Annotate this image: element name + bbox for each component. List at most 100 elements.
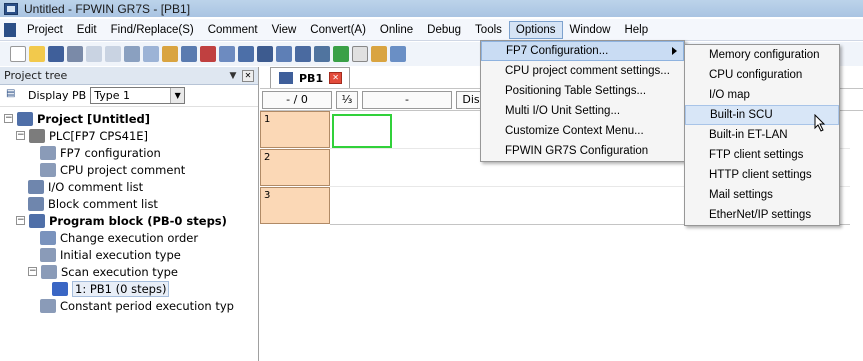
title-bar: Untitled - FPWIN GR7S - [PB1] (0, 0, 863, 17)
list-icon (28, 196, 44, 211)
menu-item-label: EtherNet/IP settings (709, 209, 812, 221)
menu-item-mail-settings[interactable]: Mail settings (685, 185, 839, 205)
project-tree-pane: Project tree ▼ ✕ ▤ Display PB Type 1 ▼ −… (0, 67, 259, 361)
tree-item-cpu-project-comment[interactable]: CPU project comment (0, 161, 258, 178)
fp7-configuration-submenu: Memory configuration CPU configuration I… (684, 44, 840, 226)
menu-debug[interactable]: Debug (420, 21, 468, 39)
menu-item-http-client-settings[interactable]: HTTP client settings (685, 165, 839, 185)
menu-edit[interactable]: Edit (70, 21, 104, 39)
download-icon[interactable] (314, 46, 330, 62)
tree-item-plc[interactable]: − PLC[FP7 CPS41E] (0, 127, 258, 144)
menu-window[interactable]: Window (563, 21, 618, 39)
tree-item-scan-execution-type[interactable]: − Scan execution type (0, 263, 258, 280)
tree-item-label: 1: PB1 (0 steps) (72, 280, 170, 297)
menu-item-fpwin-configuration[interactable]: FPWIN GR7S Configuration (481, 141, 684, 161)
print-icon[interactable] (67, 46, 83, 62)
menu-item-label: Customize Context Menu... (505, 125, 644, 137)
tree-item-project[interactable]: − Project [Untitled] (0, 110, 258, 127)
tree-item-pb1[interactable]: 1: PB1 (0 steps) (0, 280, 258, 297)
insert-line-icon[interactable] (181, 46, 197, 62)
menu-project[interactable]: Project (20, 21, 70, 39)
check-icon (52, 281, 68, 296)
list-icon (28, 179, 44, 194)
close-icon[interactable]: ✕ (242, 69, 254, 82)
menu-tools[interactable]: Tools (468, 21, 509, 39)
tree-item-label: Project [Untitled] (37, 111, 151, 126)
tree-item-io-comment-list[interactable]: I/O comment list (0, 178, 258, 195)
config-icon (40, 145, 56, 160)
position-field: - / 0 (262, 90, 332, 109)
menu-view[interactable]: View (265, 21, 304, 39)
menu-item-multi-io-unit-setting[interactable]: Multi I/O Unit Setting... (481, 101, 684, 121)
compile-icon[interactable] (295, 46, 311, 62)
menu-item-label: Multi I/O Unit Setting... (505, 105, 621, 117)
pin-icon[interactable]: ▼ (228, 71, 238, 81)
menu-item-io-map[interactable]: I/O map (685, 85, 839, 105)
monitor-icon[interactable] (257, 46, 273, 62)
project-tree: − Project [Untitled] − PLC[FP7 CPS41E] F… (0, 107, 258, 314)
collapse-icon[interactable]: − (16, 131, 25, 140)
type-select[interactable]: Type 1 ▼ (90, 87, 186, 104)
close-icon[interactable]: ✕ (329, 72, 343, 84)
tree-item-block-comment-list[interactable]: Block comment list (0, 195, 258, 212)
device-icon[interactable] (276, 46, 292, 62)
collapse-icon[interactable]: − (4, 114, 13, 123)
type-select-value: Type 1 (94, 89, 130, 102)
menubar-icon (4, 23, 16, 37)
menu-find-replace[interactable]: Find/Replace(S) (104, 21, 201, 39)
tree-item-label: PLC[FP7 CPS41E] (49, 128, 149, 143)
tree-toolbar: ▤ Display PB Type 1 ▼ (0, 85, 258, 107)
menu-item-memory-configuration[interactable]: Memory configuration (685, 45, 839, 65)
stop-icon[interactable] (371, 46, 387, 62)
tree-item-initial-execution-type[interactable]: Initial execution type (0, 246, 258, 263)
save-icon[interactable] (48, 46, 64, 62)
menu-item-cpu-project-comment-settings[interactable]: CPU project comment settings... (481, 61, 684, 81)
position-label: - / (286, 93, 298, 106)
menu-options[interactable]: Options (508, 20, 563, 39)
copy-icon[interactable] (143, 46, 159, 62)
menu-help[interactable]: Help (617, 21, 655, 39)
collapse-icon[interactable]: − (16, 216, 25, 225)
project-tree-header: Project tree ▼ ✕ (0, 67, 258, 85)
branch-icon[interactable] (219, 46, 235, 62)
online-icon[interactable] (333, 46, 349, 62)
window-title: Untitled - FPWIN GR7S - [PB1] (24, 1, 191, 16)
tab-pb1[interactable]: PB1 ✕ (270, 67, 350, 88)
menu-item-customize-context-menu[interactable]: Customize Context Menu... (481, 121, 684, 141)
menu-item-ftp-client-settings[interactable]: FTP client settings (685, 145, 839, 165)
rung-number: 3 (260, 187, 330, 224)
menu-convert[interactable]: Convert(A) (303, 21, 373, 39)
delete-line-icon[interactable] (200, 46, 216, 62)
project-tree-title: Project tree (4, 69, 68, 82)
open-icon[interactable] (29, 46, 45, 62)
menu-item-label: HTTP client settings (709, 169, 812, 181)
menu-item-positioning-table-settings[interactable]: Positioning Table Settings... (481, 81, 684, 101)
menu-item-ethernet-ip-settings[interactable]: EtherNet/IP settings (685, 205, 839, 225)
cut-icon[interactable] (124, 46, 140, 62)
menu-item-label: Memory configuration (709, 49, 820, 61)
menu-item-fp7-configuration[interactable]: FP7 Configuration... (481, 41, 684, 61)
tree-item-program-block[interactable]: − Program block (PB-0 steps) (0, 212, 258, 229)
step-value: 0 (300, 93, 308, 106)
tree-item-fp7-configuration[interactable]: FP7 configuration (0, 144, 258, 161)
menu-item-cpu-configuration[interactable]: CPU configuration (685, 65, 839, 85)
run-icon[interactable] (352, 46, 368, 62)
fraction-icon[interactable]: ⅓ (336, 90, 358, 109)
menu-online[interactable]: Online (373, 21, 420, 39)
menu-item-label: Built-in ET-LAN (709, 129, 788, 141)
paste-icon[interactable] (162, 46, 178, 62)
undo-icon[interactable] (86, 46, 102, 62)
collapse-icon[interactable]: − (28, 267, 37, 276)
redo-icon[interactable] (105, 46, 121, 62)
find-icon[interactable] (238, 46, 254, 62)
menu-comment[interactable]: Comment (201, 21, 265, 39)
tree-item-change-execution-order[interactable]: Change execution order (0, 229, 258, 246)
menu-bar: Project Edit Find/Replace(S) Comment Vie… (0, 19, 863, 41)
tree-item-label: Scan execution type (61, 264, 178, 279)
tree-view-icon[interactable]: ▤ (6, 88, 24, 104)
ladder-cursor (332, 114, 392, 148)
new-icon[interactable] (10, 46, 26, 62)
tree-item-label: Block comment list (48, 196, 158, 211)
transfer-icon[interactable] (390, 46, 406, 62)
tree-item-constant-period[interactable]: Constant period execution typ (0, 297, 258, 314)
